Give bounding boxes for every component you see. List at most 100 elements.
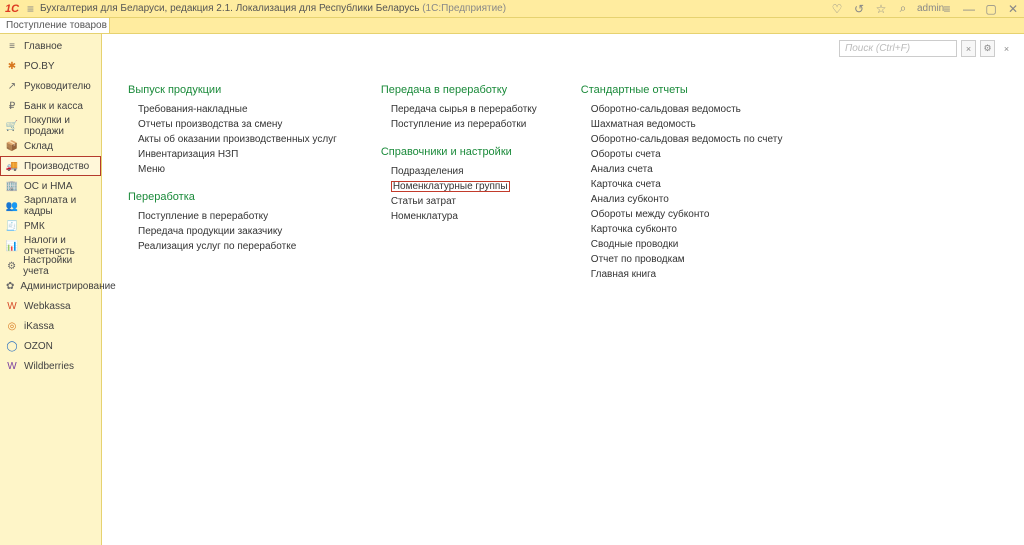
- tax-icon: 📊: [6, 240, 18, 252]
- sidebar-item-bank[interactable]: ₽Банк и касса: [0, 96, 101, 116]
- list-item: Меню: [128, 162, 337, 177]
- link-list: Передача сырья в переработку Поступление …: [381, 102, 537, 132]
- list-item: Карточка счета: [581, 177, 783, 192]
- sidebar-item-label: Зарплата и кадры: [24, 195, 95, 217]
- nav-link[interactable]: Передача сырья в переработку: [391, 104, 537, 115]
- main-content: × ⚙ × Выпуск продукцииТребования-накладн…: [102, 34, 1024, 545]
- sidebar-item-prod[interactable]: 🚚Производство: [0, 156, 101, 176]
- sidebar-item-label: РМК: [24, 221, 45, 232]
- list-item: Реализация услуг по переработке: [128, 239, 337, 254]
- sidebar-item-admin[interactable]: ✿Администрирование: [0, 276, 101, 296]
- nav-link[interactable]: Обороты между субконто: [591, 209, 710, 220]
- nav-link[interactable]: Оборотно-сальдовая ведомость по счету: [591, 134, 783, 145]
- nav-link[interactable]: Карточка субконто: [591, 224, 677, 235]
- sidebar-item-settings[interactable]: ⚙Настройки учета: [0, 256, 101, 276]
- nav-link[interactable]: Анализ субконто: [591, 194, 669, 205]
- nav-link[interactable]: Акты об оказании производственных услуг: [138, 134, 337, 145]
- sidebar: ≡ Главное ✱PO.BY↗Руководителю₽Банк и касса…: [0, 34, 102, 545]
- minimize-icon[interactable]: —: [961, 2, 977, 16]
- sidebar-item-salary[interactable]: 👥Зарплата и кадры: [0, 196, 101, 216]
- sidebar-item-label: iKassa: [24, 321, 54, 332]
- list-item: Поступление из переработки: [381, 117, 537, 132]
- link-list: Требования-накладные Отчеты производства …: [128, 102, 337, 177]
- nav-link[interactable]: Поступление из переработки: [391, 119, 526, 130]
- webkassa-icon: W: [6, 300, 18, 312]
- list-item: Шахматная ведомость: [581, 117, 783, 132]
- titlebar: 1C ≡ Бухгалтерия для Беларуси, редакция …: [0, 0, 1024, 18]
- link-list: Подразделения Номенклатурные группы Статьи…: [381, 164, 537, 224]
- app-title-suffix: (1С:Предприятие): [422, 3, 506, 14]
- main-icon: ≡: [6, 40, 18, 52]
- search-icon[interactable]: ⌕: [895, 1, 911, 16]
- list-item: Инвентаризация НЗП: [128, 147, 337, 162]
- star-icon[interactable]: ☆: [873, 2, 889, 16]
- nav-link[interactable]: Инвентаризация НЗП: [138, 149, 238, 160]
- sidebar-item-leader[interactable]: ↗Руководителю: [0, 76, 101, 96]
- search-clear-button[interactable]: ×: [961, 40, 976, 57]
- list-item: Подразделения: [381, 164, 537, 179]
- list-item: Сводные проводки: [581, 237, 783, 252]
- nav-link[interactable]: Номенклатура: [391, 211, 458, 222]
- nav-link[interactable]: Номенклатурные группы: [391, 181, 510, 192]
- nav-link[interactable]: Статьи затрат: [391, 196, 456, 207]
- sidebar-item-sales[interactable]: 🛒Покупки и продажи: [0, 116, 101, 136]
- sidebar-item-tax[interactable]: 📊 Налоги и отчетность: [0, 236, 101, 256]
- group-title: Стандартные отчеты: [581, 84, 783, 96]
- ikassa-icon: ◎: [6, 320, 18, 332]
- list-item: Требования-накладные: [128, 102, 337, 117]
- search-settings-button[interactable]: ⚙: [980, 40, 995, 57]
- sales-icon: 🛒: [6, 120, 18, 132]
- nav-link[interactable]: Отчеты производства за смену: [138, 119, 282, 130]
- ozon-icon: ◯: [6, 340, 18, 352]
- list-item: Оборотно-сальдовая ведомость по счету: [581, 132, 783, 147]
- list-item: Оборотно-сальдовая ведомость: [581, 102, 783, 117]
- tab-item[interactable]: Поступление товаров и услуг: [0, 18, 110, 33]
- user-name[interactable]: admin: [917, 3, 933, 14]
- nav-link[interactable]: Поступление в переработку: [138, 211, 268, 222]
- sidebar-item-ozon[interactable]: ◯OZON: [0, 336, 101, 356]
- hamburger-icon[interactable]: ≡: [27, 2, 34, 16]
- sidebar-item-rmk[interactable]: 🧾РМК: [0, 216, 101, 236]
- nav-link[interactable]: Сводные проводки: [591, 239, 679, 250]
- nav-link[interactable]: Меню: [138, 164, 165, 175]
- sidebar-item-label: Главное: [24, 41, 62, 52]
- stock-icon: 📦: [6, 140, 18, 152]
- bell-icon[interactable]: ♡: [829, 2, 845, 16]
- search-input[interactable]: [839, 40, 957, 57]
- nav-link[interactable]: Передача продукции заказчику: [138, 226, 282, 237]
- list-item: Анализ счета: [581, 162, 783, 177]
- sidebar-item-poby[interactable]: ✱PO.BY: [0, 56, 101, 76]
- list-item: Акты об оказании производственных услуг: [128, 132, 337, 147]
- list-item: Карточка субконто: [581, 222, 783, 237]
- nav-link[interactable]: Главная книга: [591, 269, 656, 280]
- bank-icon: ₽: [6, 100, 18, 112]
- maximize-icon[interactable]: ▢: [983, 2, 999, 16]
- nav-link[interactable]: Подразделения: [391, 166, 464, 177]
- nav-link[interactable]: Обороты счета: [591, 149, 661, 160]
- list-item: Передача сырья в переработку: [381, 102, 537, 117]
- leader-icon: ↗: [6, 80, 18, 92]
- sidebar-item-label: Налоги и отчетность: [24, 235, 95, 257]
- sidebar-item-stock[interactable]: 📦Склад: [0, 136, 101, 156]
- prod-icon: 🚚: [6, 160, 18, 172]
- history-icon[interactable]: ↺: [851, 2, 867, 16]
- sidebar-item-os[interactable]: 🏢ОС и НМА: [0, 176, 101, 196]
- nav-link[interactable]: Карточка счета: [591, 179, 661, 190]
- close-icon[interactable]: ✕: [1005, 2, 1021, 16]
- sidebar-item-ikassa[interactable]: ◎ iKassa: [0, 316, 101, 336]
- nav-link[interactable]: Реализация услуг по переработке: [138, 241, 296, 252]
- sidebar-item-webkassa[interactable]: WWebkassa: [0, 296, 101, 316]
- nav-link[interactable]: Оборотно-сальдовая ведомость: [591, 104, 741, 115]
- sidebar-item-main[interactable]: ≡ Главное: [0, 36, 101, 56]
- menu-more-icon[interactable]: ≡: [939, 2, 955, 16]
- nav-link[interactable]: Требования-накладные: [138, 104, 248, 115]
- nav-link[interactable]: Шахматная ведомость: [591, 119, 696, 130]
- app-title: Бухгалтерия для Беларуси, редакция 2.1. …: [40, 3, 506, 14]
- search-bar: × ⚙ ×: [839, 40, 1014, 57]
- nav-link[interactable]: Отчет по проводкам: [591, 254, 685, 265]
- nav-link[interactable]: Анализ счета: [591, 164, 653, 175]
- group-title: Справочники и настройки: [381, 146, 537, 158]
- poby-icon: ✱: [6, 60, 18, 72]
- panel-close-button[interactable]: ×: [999, 40, 1014, 57]
- sidebar-item-wb[interactable]: WWildberries: [0, 356, 101, 376]
